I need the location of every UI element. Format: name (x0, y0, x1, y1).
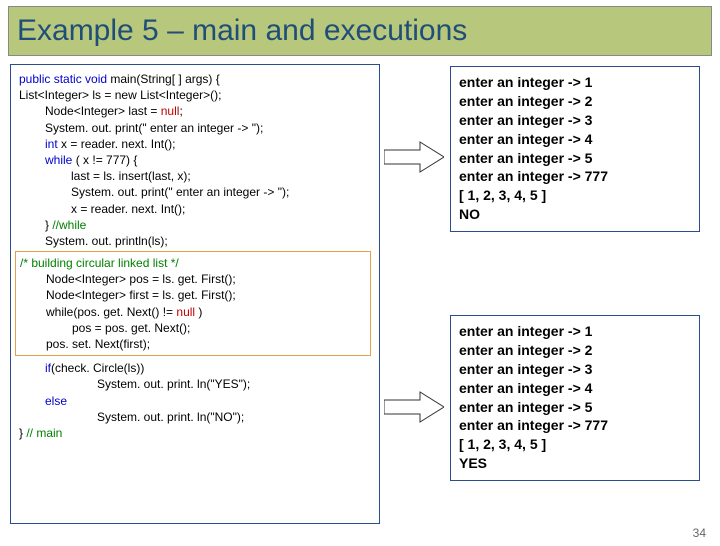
code-box: public static void main(String[ ] args) … (10, 64, 380, 524)
code-line: public static void main(String[ ] args) … (19, 71, 371, 87)
output-line: enter an integer -> 777 (459, 167, 691, 186)
code-line: System. out. print(" enter an integer ->… (19, 184, 371, 200)
code-line: Node<Integer> pos = ls. get. First(); (20, 271, 366, 287)
output-line: enter an integer -> 1 (459, 73, 691, 92)
slide-title: Example 5 – main and executions (17, 14, 467, 48)
output-line: YES (459, 454, 691, 473)
arrow-icon (384, 390, 444, 424)
output-line: enter an integer -> 1 (459, 322, 691, 341)
code-line: List<Integer> ls = new List<Integer>(); (19, 87, 371, 103)
output-line: enter an integer -> 777 (459, 416, 691, 435)
arrow-icon (384, 140, 444, 174)
code-line: last = ls. insert(last, x); (19, 168, 371, 184)
output-box-2: enter an integer -> 1 enter an integer -… (450, 315, 700, 481)
code-line: } // main (19, 425, 371, 441)
code-line: else (19, 393, 371, 409)
code-line: System. out. print. ln("YES"); (19, 376, 371, 392)
code-line: int x = reader. next. Int(); (19, 136, 371, 152)
slide-number: 34 (693, 526, 706, 540)
code-line: x = reader. next. Int(); (19, 201, 371, 217)
code-line: System. out. print(" enter an integer ->… (19, 120, 371, 136)
output-line: enter an integer -> 4 (459, 379, 691, 398)
output-line: enter an integer -> 5 (459, 398, 691, 417)
code-line: pos = pos. get. Next(); (20, 320, 366, 336)
title-bar: Example 5 – main and executions (8, 6, 712, 56)
code-line: System. out. println(ls); (19, 233, 371, 249)
code-line: Node<Integer> first = ls. get. First(); (20, 287, 366, 303)
output-line: NO (459, 205, 691, 224)
output-line: [ 1, 2, 3, 4, 5 ] (459, 435, 691, 454)
code-line: } //while (19, 217, 371, 233)
code-line: /* building circular linked list */ (20, 255, 366, 271)
code-line: System. out. print. ln("NO"); (19, 409, 371, 425)
output-line: enter an integer -> 3 (459, 111, 691, 130)
code-line: pos. set. Next(first); (20, 336, 366, 352)
code-line: while(pos. get. Next() != null ) (20, 304, 366, 320)
code-line: while ( x != 777) { (19, 152, 371, 168)
highlighted-code-block: /* building circular linked list */ Node… (15, 251, 371, 356)
output-line: enter an integer -> 2 (459, 341, 691, 360)
output-line: enter an integer -> 2 (459, 92, 691, 111)
output-box-1: enter an integer -> 1 enter an integer -… (450, 66, 700, 232)
output-line: enter an integer -> 5 (459, 149, 691, 168)
code-line: Node<Integer> last = null; (19, 103, 371, 119)
code-line: if(check. Circle(ls)) (19, 360, 371, 376)
output-line: enter an integer -> 4 (459, 130, 691, 149)
output-line: [ 1, 2, 3, 4, 5 ] (459, 186, 691, 205)
output-line: enter an integer -> 3 (459, 360, 691, 379)
